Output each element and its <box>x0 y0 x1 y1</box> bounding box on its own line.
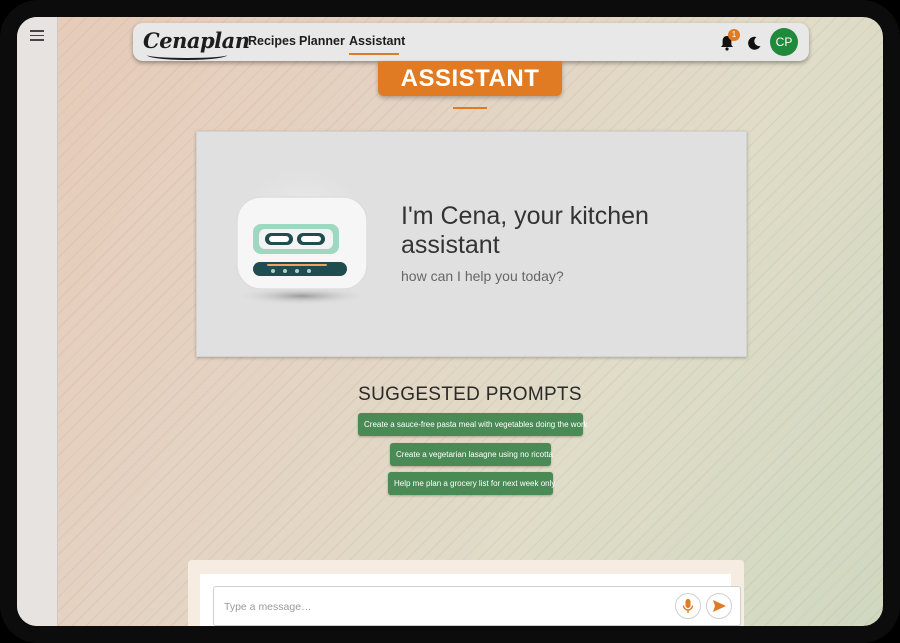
assistant-hero-card: I'm Cena, your kitchen assistant how can… <box>196 131 747 357</box>
hero-title: I'm Cena, your kitchen assistant <box>401 202 649 259</box>
send-icon <box>713 600 726 612</box>
nav-link-assistant[interactable]: Assistant <box>349 34 405 48</box>
nav-active-indicator <box>349 53 399 55</box>
nav-link-recipes[interactable]: Recipes <box>248 34 296 48</box>
title-underline <box>453 107 487 109</box>
robot-assistant-icon <box>232 172 372 305</box>
microphone-icon <box>682 599 694 613</box>
top-navbar: Cenaplan Recipes Planner Assistant 1 CP <box>133 23 809 61</box>
message-input-box <box>213 586 741 626</box>
suggested-prompts-heading: SUGGESTED PROMPTS <box>358 384 582 405</box>
composer-panel <box>188 560 744 626</box>
suggested-prompt-chip[interactable]: Create a sauce-free pasta meal with vege… <box>358 413 588 436</box>
logo-swoosh <box>147 50 227 60</box>
suggested-prompt-chip[interactable]: Create a vegetarian lasagne using no ric… <box>390 443 553 466</box>
tablet-frame: Cenaplan Recipes Planner Assistant 1 CP … <box>0 0 900 643</box>
side-rail <box>17 17 58 626</box>
nav-link-planner[interactable]: Planner <box>299 34 345 48</box>
send-button[interactable] <box>706 593 732 619</box>
hero-subtitle: how can I help you today? <box>401 268 564 284</box>
app-screen: Cenaplan Recipes Planner Assistant 1 CP … <box>17 17 883 626</box>
composer-card <box>200 574 741 626</box>
hamburger-menu-icon[interactable] <box>30 30 44 42</box>
suggested-prompt-chip[interactable]: Help me plan a grocery list for next wee… <box>388 472 555 495</box>
notification-badge: 1 <box>728 29 740 41</box>
page-title: ASSISTANT <box>378 61 562 96</box>
message-input[interactable] <box>222 587 666 626</box>
user-avatar[interactable]: CP <box>770 28 798 56</box>
moon-icon[interactable] <box>746 35 762 51</box>
microphone-button[interactable] <box>675 593 701 619</box>
